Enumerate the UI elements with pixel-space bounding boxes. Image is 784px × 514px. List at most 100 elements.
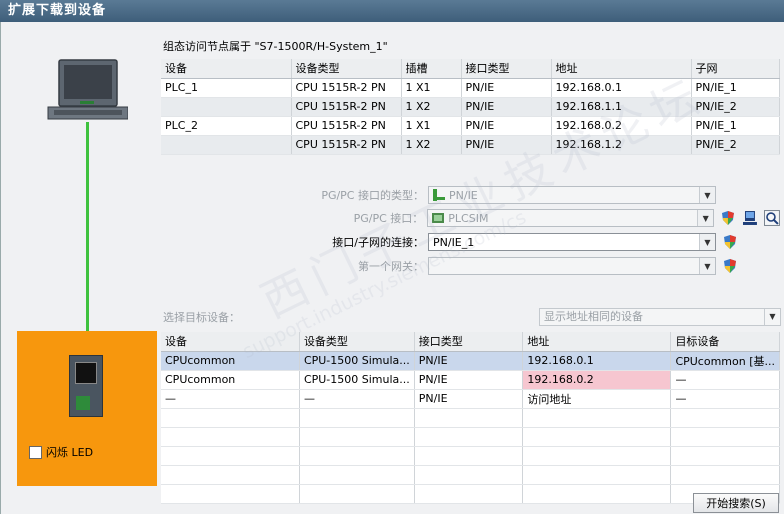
connection-line (86, 122, 89, 360)
table-cell: 1 X1 (401, 116, 462, 136)
column-header[interactable]: 设备类型 (299, 332, 415, 352)
table-row: CPU 1515R-2 PN 1 X2 PN/IE 192.168.1.1 PN… (161, 97, 780, 117)
table-cell: 1 X2 (401, 97, 462, 117)
pgpc-interface-row: PG/PC 接口： PLCSIM ▼ (240, 209, 780, 227)
table-cell[interactable]: CPUcommon [基... (670, 351, 780, 371)
conflict-address-cell[interactable]: 192.168.0.2 (522, 370, 672, 390)
column-header[interactable]: 地址 (522, 332, 672, 352)
table-header-row: 设备 设备类型 插槽 接口类型 地址 子网 (161, 59, 780, 79)
pgpc-type-label: PG/PC 接口的类型： (321, 189, 424, 202)
table-cell[interactable]: — (670, 370, 780, 390)
table-row[interactable]: — — PN/IE 访问地址 — (161, 389, 780, 409)
table-cell (161, 97, 292, 117)
column-header: 设备 (161, 59, 292, 79)
column-header: 地址 (551, 59, 692, 79)
empty-row (161, 408, 780, 428)
chevron-down-icon[interactable]: ▼ (699, 258, 715, 274)
access-node-title: 组态访问节点属于 "S7-1500R/H-System_1" (163, 40, 388, 53)
table-cell[interactable]: 192.168.0.1 (522, 351, 672, 371)
empty-row (161, 465, 780, 485)
table-cell: 192.168.0.2 (551, 116, 692, 136)
properties-search-icon[interactable] (764, 210, 780, 226)
table-cell[interactable]: — (299, 389, 415, 409)
column-header[interactable]: 设备 (161, 332, 300, 352)
dialog-title: 扩展下载到设备 (0, 0, 784, 22)
checkbox-box[interactable] (29, 445, 42, 459)
subnet-connection-row: 接口/子网的连接： PN/IE_1 ▼ (240, 233, 780, 251)
table-row[interactable]: CPUcommon CPU-1500 Simula... PN/IE 192.1… (161, 351, 780, 371)
table-cell: PN/IE_1 (691, 78, 780, 98)
column-header: 子网 (691, 59, 780, 79)
device-filter-dropdown[interactable]: 显示地址相同的设备 ▼ (539, 308, 781, 326)
gateway-dropdown[interactable]: ▼ (428, 257, 716, 275)
column-header[interactable]: 目标设备 (670, 332, 780, 352)
pgpc-interface-dropdown[interactable]: PLCSIM ▼ (427, 209, 715, 227)
target-device-table: 设备 设备类型 接口类型 地址 目标设备 CPUcommon CPU-1500 … (161, 332, 780, 504)
table-cell: PLC_2 (161, 116, 292, 136)
pgpc-type-dropdown[interactable]: PN/IE ▼ (428, 186, 716, 204)
access-node-table: 设备 设备类型 插槽 接口类型 地址 子网 PLC_1 CPU 1515R-2 … (161, 59, 780, 155)
table-header-row: 设备 设备类型 接口类型 地址 目标设备 (161, 332, 780, 352)
status-shield-icon (724, 259, 736, 273)
table-cell: CPU 1515R-2 PN (291, 78, 402, 98)
gateway-label: 第一个网关： (358, 260, 424, 273)
table-cell: PN/IE_2 (691, 135, 780, 155)
plc-display (75, 362, 97, 384)
chevron-down-icon[interactable]: ▼ (699, 187, 715, 203)
table-cell: PN/IE_2 (691, 97, 780, 117)
pgpc-type-row: PG/PC 接口的类型： PN/IE ▼ (240, 186, 780, 204)
plc-device-icon (69, 355, 103, 417)
start-search-button[interactable]: 开始搜索(S) (693, 493, 779, 513)
computer-icon[interactable] (742, 210, 758, 226)
table-cell: CPU 1515R-2 PN (291, 97, 402, 117)
table-cell: 192.168.0.1 (551, 78, 692, 98)
table-cell: 1 X1 (401, 78, 462, 98)
column-header: 设备类型 (291, 59, 402, 79)
laptop-icon (47, 59, 128, 120)
pgpc-interface-label: PG/PC 接口： (353, 212, 424, 225)
empty-row (161, 446, 780, 466)
table-cell[interactable]: CPU-1500 Simula... (299, 370, 415, 390)
pgpc-interface-value: PLCSIM (448, 211, 489, 225)
flash-led-checkbox[interactable]: 闪烁 LED (29, 444, 93, 460)
subnet-connection-dropdown[interactable]: PN/IE_1 ▼ (428, 233, 716, 251)
plc-port (76, 396, 90, 410)
table-cell[interactable]: PN/IE (414, 389, 524, 409)
chevron-down-icon[interactable]: ▼ (697, 210, 714, 226)
table-cell: 1 X2 (401, 135, 462, 155)
target-device-panel: 闪烁 LED (17, 331, 157, 486)
subnet-connection-label: 接口/子网的连接： (332, 236, 424, 249)
table-cell: PN/IE (461, 78, 552, 98)
subnet-connection-value: PN/IE_1 (433, 235, 475, 249)
table-cell[interactable]: PN/IE (414, 351, 524, 371)
pgpc-type-value: PN/IE (449, 188, 478, 202)
table-cell[interactable]: CPU-1500 Simula... (299, 351, 415, 371)
empty-row (161, 427, 780, 447)
table-cell[interactable]: CPUcommon (161, 351, 300, 371)
table-row: PLC_2 CPU 1515R-2 PN 1 X1 PN/IE 192.168.… (161, 116, 780, 136)
column-header: 插槽 (401, 59, 462, 79)
table-cell: 192.168.1.1 (551, 97, 692, 117)
column-header[interactable]: 接口类型 (414, 332, 524, 352)
chevron-down-icon[interactable]: ▼ (764, 309, 780, 325)
table-cell[interactable]: — (670, 389, 780, 409)
table-cell: PN/IE (461, 135, 552, 155)
chevron-down-icon[interactable]: ▼ (699, 234, 715, 250)
device-filter-value: 显示地址相同的设备 (544, 310, 643, 323)
table-cell[interactable]: CPUcommon (161, 370, 300, 390)
table-cell: PLC_1 (161, 78, 292, 98)
table-cell[interactable]: 访问地址 (522, 389, 672, 409)
table-cell[interactable]: — (161, 389, 300, 409)
table-cell: 192.168.1.2 (551, 135, 692, 155)
table-cell (161, 135, 292, 155)
table-cell[interactable]: PN/IE (414, 370, 524, 390)
empty-row (161, 484, 780, 504)
table-cell: PN/IE (461, 97, 552, 117)
column-header: 接口类型 (461, 59, 552, 79)
table-cell: PN/IE (461, 116, 552, 136)
table-row[interactable]: CPUcommon CPU-1500 Simula... PN/IE 192.1… (161, 370, 780, 390)
status-shield-icon (722, 211, 735, 225)
table-cell: PN/IE_1 (691, 116, 780, 136)
table-row: CPU 1515R-2 PN 1 X2 PN/IE 192.168.1.2 PN… (161, 135, 780, 155)
network-icon (433, 189, 445, 201)
